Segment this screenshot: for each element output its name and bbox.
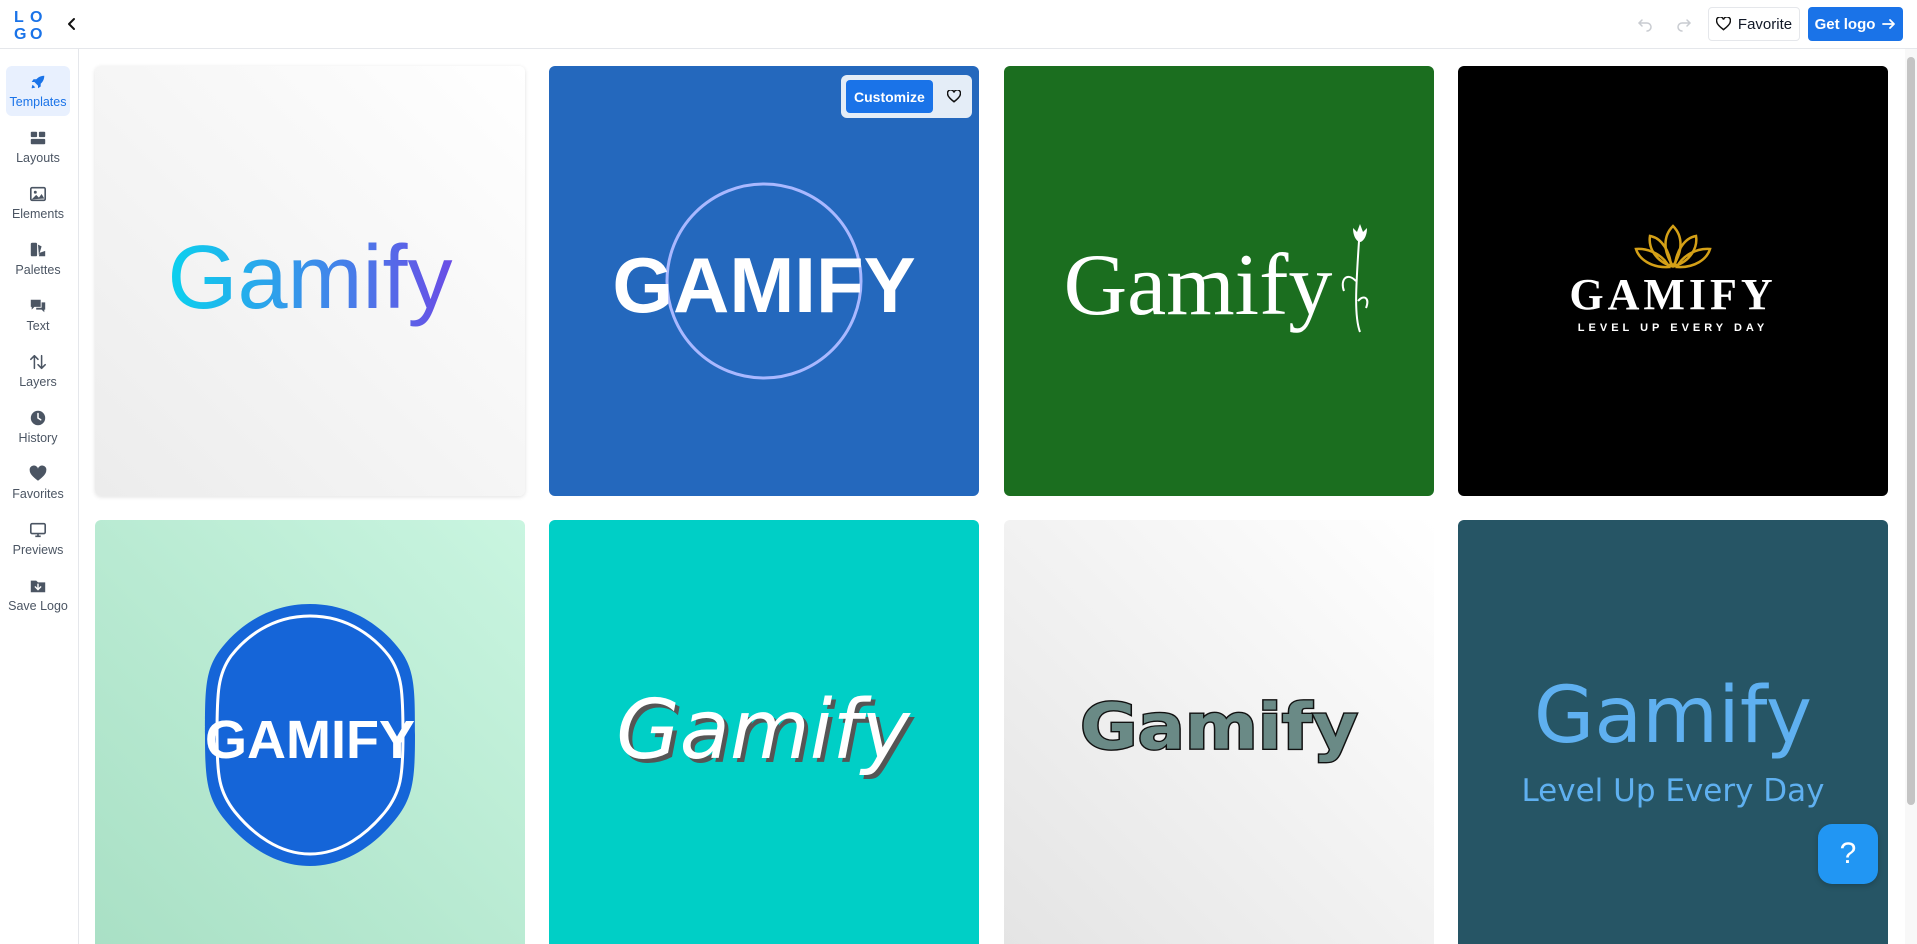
sidebar-item-previews[interactable]: Previews [6, 514, 70, 564]
brand-text: Gamify [1534, 671, 1812, 761]
undo-icon [1637, 19, 1652, 32]
layouts-icon [30, 131, 46, 145]
svg-text:L: L [14, 9, 24, 26]
sidebar-item-save-logo[interactable]: Save Logo [6, 570, 70, 620]
sidebar-item-label: Templates [9, 95, 67, 109]
slogan-text: LEVEL UP EVERY DAY [1578, 322, 1768, 334]
clock-icon [30, 410, 46, 426]
brand-text: Gamify [1080, 690, 1358, 764]
sidebar-item-text[interactable]: Text [6, 290, 70, 340]
svg-text:O: O [30, 9, 42, 26]
customize-button[interactable]: Customize [846, 80, 933, 113]
sidebar-item-templates[interactable]: Templates [6, 66, 70, 116]
get-logo-label: Get logo [1814, 15, 1876, 33]
app-logo[interactable]: L O G O [13, 7, 47, 43]
favorite-button[interactable]: Favorite [1708, 7, 1800, 41]
template-card-1[interactable]: Gamify [95, 66, 525, 496]
sidebar-item-favorites[interactable]: Favorites [6, 458, 70, 508]
sidebar-item-palettes[interactable]: Palettes [6, 234, 70, 284]
undo-button[interactable] [1634, 13, 1656, 35]
sidebar-item-layouts[interactable]: Layouts [6, 122, 70, 172]
sidebar-item-history[interactable]: History [6, 402, 70, 452]
brand-text: GAMIFY [612, 241, 915, 329]
arrows-up-down-icon [30, 354, 46, 370]
template-card-4[interactable]: GAMIFY LEVEL UP EVERY DAY [1458, 66, 1888, 496]
logo-preview: Gamify [95, 66, 525, 496]
speech-bubbles-icon [30, 299, 46, 313]
logo-preview: Gamify [1004, 520, 1434, 944]
palette-icon [30, 242, 46, 257]
template-grid: Gamify GAMIFY Customize Gamify GAMIFY LE… [80, 49, 1905, 944]
sidebar-item-layers[interactable]: Layers [6, 346, 70, 396]
sidebar-item-label: Palettes [15, 263, 61, 277]
sidebar-item-label: History [18, 431, 58, 445]
image-icon [29, 186, 47, 202]
card-actions: Customize [841, 75, 972, 118]
brand-text: Gamify [167, 228, 452, 328]
top-bar: L O G O Favorite Get logo [0, 0, 1917, 49]
chevron-left-icon [68, 18, 75, 30]
sidebar-item-elements[interactable]: Elements [6, 178, 70, 228]
sidebar-item-label: Layouts [16, 151, 60, 165]
help-label: ? [1839, 837, 1857, 870]
arrow-right-icon [1882, 19, 1896, 29]
logo-preview: Gamify [1004, 66, 1434, 496]
heart-outline-icon [946, 90, 961, 103]
sidebar-item-label: Text [26, 319, 50, 333]
logo-preview: GAMIFY LEVEL UP EVERY DAY [1458, 66, 1888, 496]
redo-icon [1677, 19, 1692, 32]
favorite-card-button[interactable] [939, 82, 969, 112]
brand-text: Gamify [616, 683, 911, 778]
svg-text:G: G [14, 26, 26, 41]
template-card-6[interactable]: Gamify Gamify [549, 520, 979, 944]
scrollbar[interactable] [1905, 49, 1917, 944]
template-card-3[interactable]: Gamify [1004, 66, 1434, 496]
sidebar-item-label: Elements [11, 207, 65, 221]
brand-text: GAMIFY [205, 710, 415, 770]
logo-preview: Gamify Gamify [549, 520, 979, 944]
heart-outline-icon [1715, 17, 1731, 31]
brand-text: GAMIFY [1569, 270, 1776, 319]
sidebar-item-label: Save Logo [8, 599, 68, 613]
download-folder-icon [30, 580, 46, 593]
brand-text: Gamify [1064, 237, 1333, 334]
slogan-text: Level Up Every Day [1521, 773, 1824, 809]
template-card-5[interactable]: GAMIFY [95, 520, 525, 944]
template-card-7[interactable]: Gamify [1004, 520, 1434, 944]
scrollbar-thumb[interactable] [1907, 57, 1915, 805]
redo-button[interactable] [1673, 13, 1695, 35]
sidebar-item-label: Layers [19, 375, 57, 389]
back-button[interactable] [60, 12, 84, 36]
get-logo-button[interactable]: Get logo [1808, 7, 1903, 41]
template-card-2[interactable]: GAMIFY Customize [549, 66, 979, 496]
sidebar-item-label: Favorites [12, 487, 64, 501]
favorite-label: Favorite [1737, 15, 1793, 33]
sidebar-item-label: Previews [12, 543, 64, 557]
svg-text:O: O [30, 26, 42, 41]
heart-icon [29, 465, 47, 481]
monitor-icon [29, 522, 47, 538]
sidebar: Templates Layouts Elements Palettes Text… [0, 49, 79, 944]
rocket-icon [31, 75, 45, 89]
logo-preview: GAMIFY [95, 520, 525, 944]
help-button[interactable]: ? [1818, 824, 1878, 884]
logo-preview: GAMIFY [549, 66, 979, 496]
